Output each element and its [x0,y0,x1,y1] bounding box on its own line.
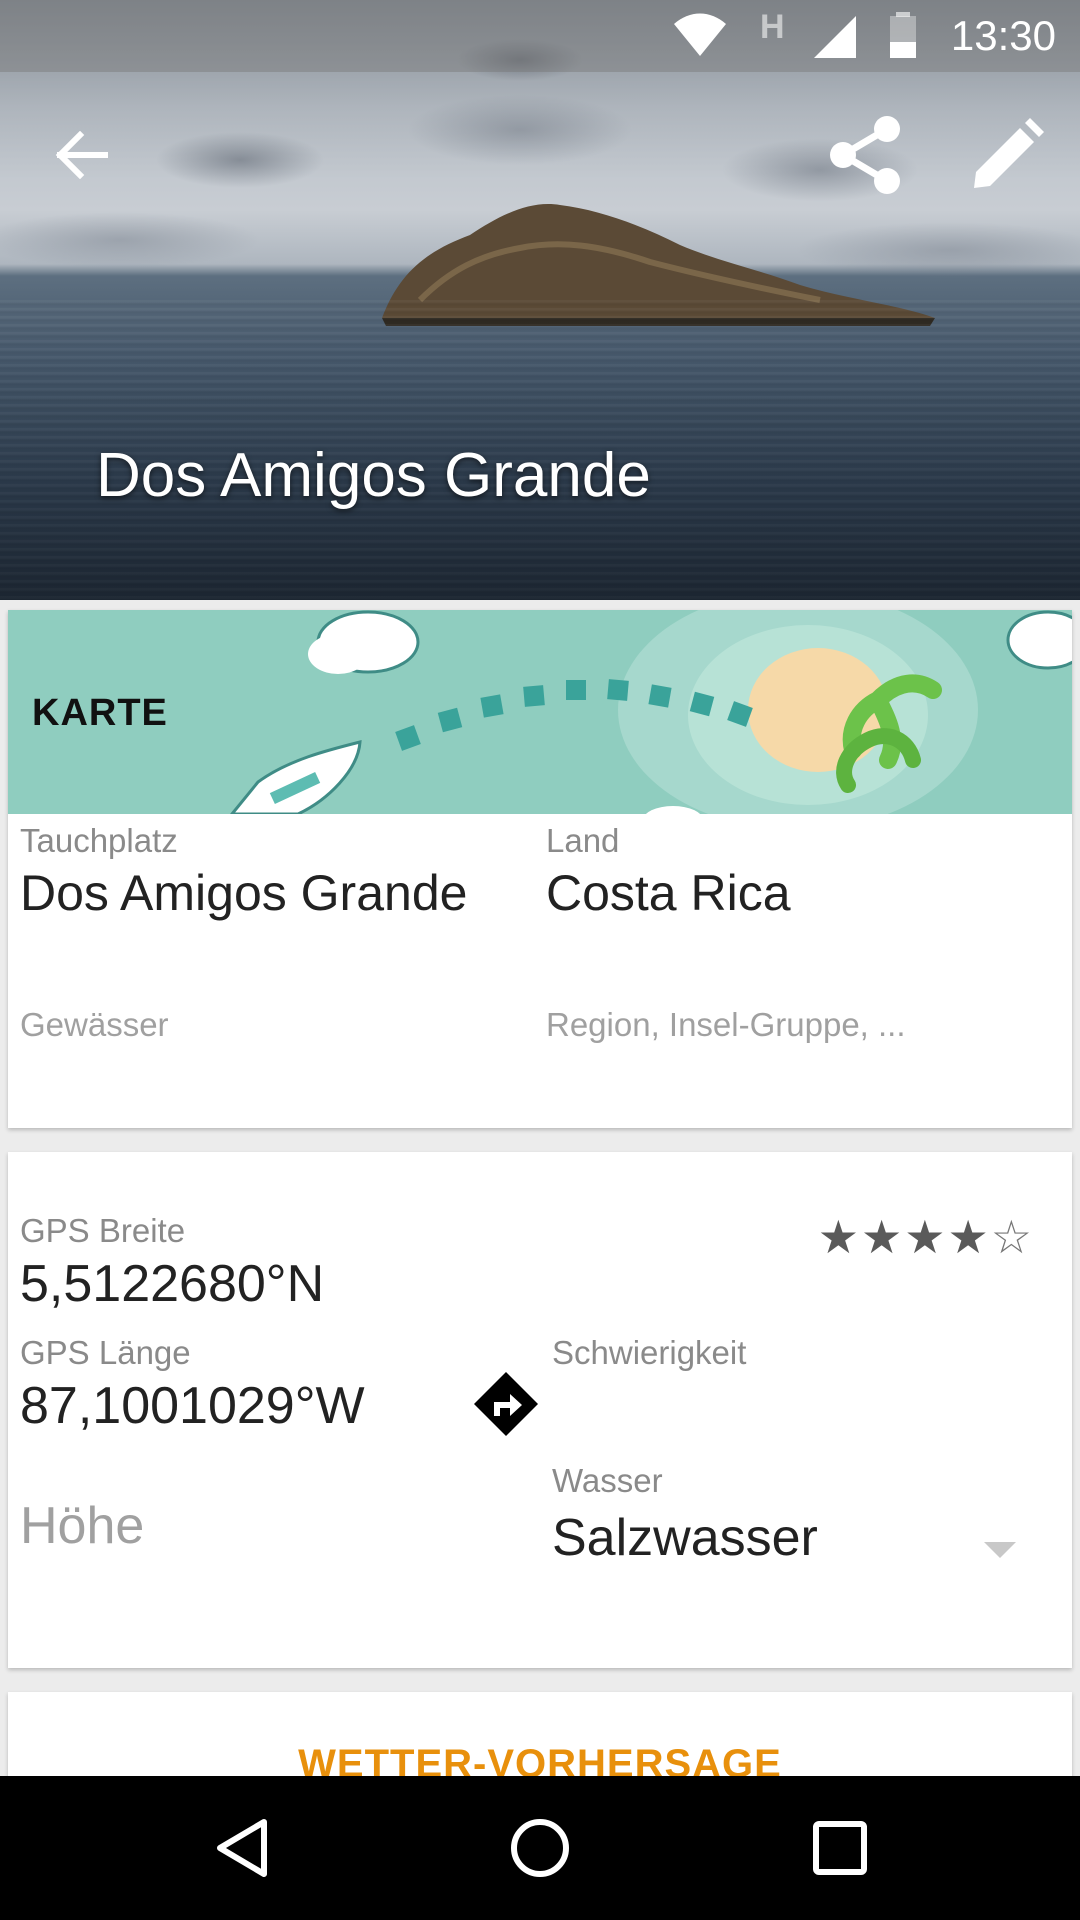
star-filled-icon[interactable]: ★ [861,1211,904,1263]
status-bar: H 13:30 [0,0,1080,72]
nav-back-button[interactable] [182,1798,302,1898]
nav-home-button[interactable] [480,1798,600,1898]
hero-image: H 13:30 Dos Amigos Grande [0,0,1080,600]
directions-icon [474,1372,538,1436]
country-field[interactable]: Costa Rica [546,864,791,922]
triangle-back-icon [217,1819,267,1877]
edit-icon [974,118,1044,188]
nav-recents-button[interactable] [780,1798,900,1898]
share-icon [830,116,900,194]
dive-site-label: Tauchplatz [20,822,178,859]
star-empty-icon[interactable]: ☆ [991,1211,1034,1263]
battery-icon [890,12,916,58]
signal-icon [814,16,856,58]
chevron-down-icon[interactable] [984,1542,1016,1558]
gps-latitude-label: GPS Breite [20,1212,186,1249]
share-button[interactable] [810,100,920,210]
dive-site-title: Dos Amigos Grande [96,441,651,510]
dive-site-screen: H 13:30 Dos Amigos Grande KARTE Tauchpla… [0,0,1080,1920]
dive-site-field[interactable]: Dos Amigos Grande [20,864,467,922]
region-field[interactable]: Region, Insel-Gruppe, ... [546,1006,906,1044]
wifi-icon [674,13,726,56]
gps-longitude-label: GPS Länge [20,1334,191,1371]
directions-button[interactable] [474,1372,538,1441]
gps-card: GPS Breite 5,5122680°N ★★★★☆ GPS Länge 8… [8,1152,1072,1668]
status-time: 13:30 [950,12,1056,59]
rating-stars[interactable]: ★★★★☆ [818,1210,1034,1264]
water-type-select[interactable]: Salzwasser [552,1508,818,1568]
star-filled-icon[interactable]: ★ [818,1211,861,1263]
star-filled-icon[interactable]: ★ [904,1211,947,1263]
map-label: KARTE [32,692,168,734]
gps-latitude-field[interactable]: 5,5122680°N [20,1254,324,1314]
navigation-bar [0,1776,1080,1920]
map-banner[interactable]: KARTE [8,610,1072,814]
back-button[interactable] [26,100,136,210]
back-icon [55,131,108,179]
edit-button[interactable] [952,100,1062,210]
water-type-label: Wasser [552,1462,663,1499]
square-recents-icon [813,1821,867,1875]
country-label: Land [546,822,620,859]
location-card: KARTE Tauchplatz Dos Amigos Grande Land … [8,610,1072,1128]
water-body-field[interactable]: Gewässer [20,1006,169,1044]
star-filled-icon[interactable]: ★ [948,1211,991,1263]
gps-longitude-field[interactable]: 87,1001029°W [20,1376,365,1436]
altitude-field[interactable]: Höhe [20,1496,144,1556]
circle-home-icon [511,1819,569,1877]
network-type-label: H [760,8,785,46]
difficulty-label: Schwierigkeit [552,1334,747,1371]
